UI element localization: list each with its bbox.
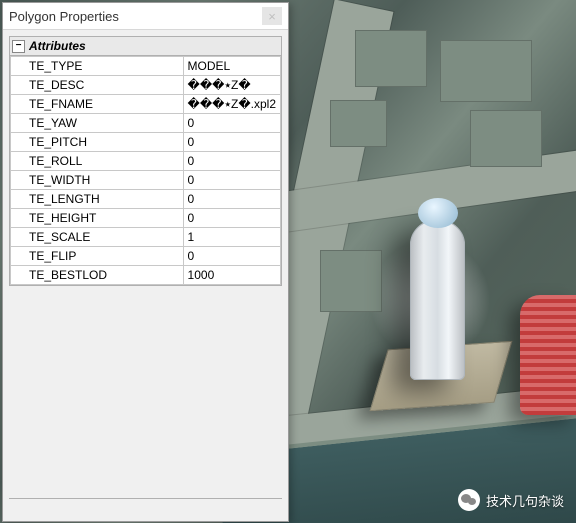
attr-value[interactable]: MODEL: [183, 57, 280, 76]
attr-value[interactable]: ���٭Z�: [183, 76, 280, 95]
attr-value[interactable]: 1: [183, 228, 280, 247]
polygon-properties-panel: Polygon Properties × − Attributes TE_TYP…: [2, 2, 289, 522]
attr-value[interactable]: 0: [183, 247, 280, 266]
panel-footer-strip: [9, 498, 282, 517]
table-row[interactable]: TE_TYPEMODEL: [11, 57, 281, 76]
attr-value[interactable]: 0: [183, 209, 280, 228]
table-row[interactable]: TE_PITCH0: [11, 133, 281, 152]
table-row[interactable]: TE_FLIP0: [11, 247, 281, 266]
attr-key: TE_BESTLOD: [11, 266, 184, 285]
group-expander-icon[interactable]: −: [12, 40, 25, 53]
group-label: Attributes: [29, 39, 86, 53]
attr-key: TE_FLIP: [11, 247, 184, 266]
attr-key: TE_YAW: [11, 114, 184, 133]
attr-key: TE_DESC: [11, 76, 184, 95]
attr-key: TE_PITCH: [11, 133, 184, 152]
table-row[interactable]: TE_HEIGHT0: [11, 209, 281, 228]
table-row[interactable]: TE_FNAME���٭Z�.xpl2: [11, 95, 281, 114]
attributes-table: TE_TYPEMODELTE_DESC���٭Z�TE_FNAME���٭Z�.…: [10, 56, 281, 285]
wechat-watermark: 技术几句杂谈: [458, 489, 564, 511]
table-row[interactable]: TE_SCALE1: [11, 228, 281, 247]
attr-key: TE_HEIGHT: [11, 209, 184, 228]
attributes-group: − Attributes TE_TYPEMODELTE_DESC���٭Z�TE…: [9, 36, 282, 286]
neighbor-building-red-highlight: [520, 295, 576, 415]
attr-value[interactable]: 0: [183, 171, 280, 190]
wechat-icon: [458, 489, 480, 511]
panel-titlebar[interactable]: Polygon Properties ×: [3, 3, 288, 30]
attr-value[interactable]: 0: [183, 190, 280, 209]
attr-key: TE_WIDTH: [11, 171, 184, 190]
attributes-group-header[interactable]: − Attributes: [10, 37, 281, 56]
selected-tower-model[interactable]: [410, 220, 465, 380]
attr-value[interactable]: 0: [183, 133, 280, 152]
panel-title: Polygon Properties: [9, 9, 262, 24]
attr-value[interactable]: ���٭Z�.xpl2: [183, 95, 280, 114]
table-row[interactable]: TE_LENGTH0: [11, 190, 281, 209]
table-row[interactable]: TE_DESC���٭Z�: [11, 76, 281, 95]
attr-key: TE_SCALE: [11, 228, 184, 247]
table-row[interactable]: TE_ROLL0: [11, 152, 281, 171]
attr-key: TE_ROLL: [11, 152, 184, 171]
close-button[interactable]: ×: [262, 7, 282, 25]
attr-value[interactable]: 0: [183, 114, 280, 133]
table-row[interactable]: TE_WIDTH0: [11, 171, 281, 190]
attr-key: TE_TYPE: [11, 57, 184, 76]
table-row[interactable]: TE_YAW0: [11, 114, 281, 133]
table-row[interactable]: TE_BESTLOD1000: [11, 266, 281, 285]
attr-value[interactable]: 1000: [183, 266, 280, 285]
watermark-text: 技术几句杂谈: [486, 491, 564, 510]
attr-key: TE_LENGTH: [11, 190, 184, 209]
attr-key: TE_FNAME: [11, 95, 184, 114]
attr-value[interactable]: 0: [183, 152, 280, 171]
